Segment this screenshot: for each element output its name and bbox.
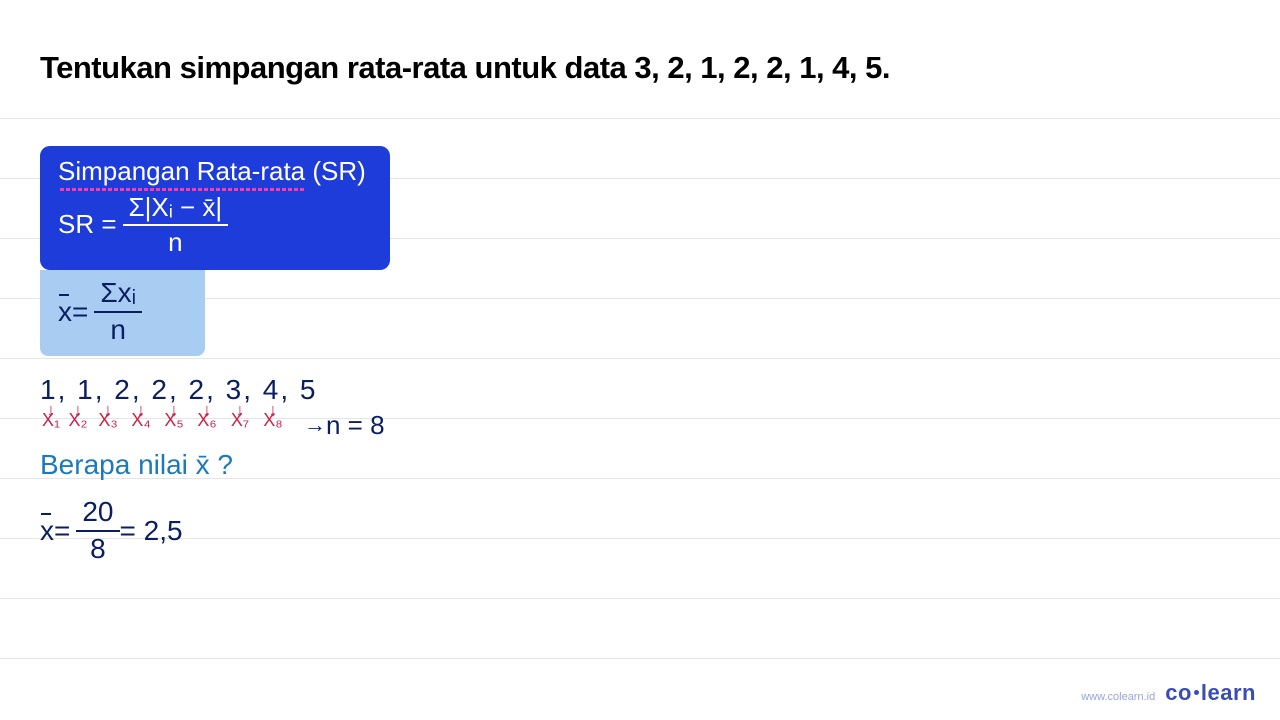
data-label: ↓X₁ — [40, 404, 62, 427]
sr-formula-equation: SR = Σ|Xᵢ − x̄| n — [58, 193, 372, 256]
sorted-dataset: 1, 1, 2, 2, 2, 3, 4, 5 — [40, 374, 1240, 406]
sr-denominator: n — [168, 226, 182, 257]
calc-numerator: 20 — [76, 497, 119, 532]
brand-learn: learn — [1201, 680, 1256, 705]
mean-fraction: Σxᵢ n — [94, 278, 142, 346]
n-equation: → n = 8 — [304, 410, 385, 441]
calc-result: = 2,5 — [120, 515, 183, 547]
mean-question: Berapa nilai x̄ ? — [40, 449, 1240, 481]
sr-lhs: SR = — [58, 209, 117, 240]
data-label: ↓X₃ — [94, 404, 122, 427]
brand-dot-icon — [1194, 690, 1199, 695]
mean-formula-equation: x = Σxᵢ n — [58, 278, 187, 346]
heading-underlined: Simpangan Rata-rata — [58, 156, 305, 187]
heading-suffix: (SR) — [305, 156, 366, 186]
data-label: ↓X₈ — [259, 404, 287, 427]
x-label: X₇ — [226, 414, 254, 427]
problem-title: Tentukan simpangan rata-rata untuk data … — [40, 50, 1240, 86]
mean-denominator: n — [110, 313, 126, 346]
brand-co: co — [1165, 680, 1192, 705]
x-label: X₃ — [94, 414, 122, 427]
sr-numerator: Σ|Xᵢ − x̄| — [123, 193, 229, 226]
data-label: ↓X₄ — [127, 404, 155, 427]
data-label: ↓X₆ — [193, 404, 221, 427]
calc-fraction: 20 8 — [76, 497, 119, 565]
data-label: ↓X₅ — [160, 404, 188, 427]
data-labels-row: ↓X₁↓X₂↓X₃↓X₄↓X₅↓X₆↓X₇↓X₈ → n = 8 — [40, 404, 1240, 435]
xbar-symbol-calc: x — [40, 515, 54, 547]
x-label: X₂ — [67, 414, 89, 427]
n-value: n = 8 — [326, 410, 385, 441]
mean-calculation: x = 20 8 = 2,5 — [40, 497, 1240, 565]
x-label: X₄ — [127, 414, 155, 427]
sr-formula-heading: Simpangan Rata-rata (SR) — [58, 156, 372, 187]
mean-numerator: Σxᵢ — [94, 278, 142, 313]
mean-eq-sign: = — [72, 296, 88, 328]
footer: www.colearn.id colearn — [1081, 680, 1256, 706]
footer-url: www.colearn.id — [1081, 691, 1155, 703]
x-label: X₁ — [40, 414, 62, 427]
x-label: X₆ — [193, 414, 221, 427]
data-label: ↓X₇ — [226, 404, 254, 427]
x-label: X₈ — [259, 414, 287, 427]
calc-denominator: 8 — [90, 532, 106, 565]
mean-formula-box: x = Σxᵢ n — [40, 270, 205, 356]
calc-eq-sign: = — [54, 515, 70, 547]
arrow-right-icon: → — [304, 412, 322, 438]
xbar-symbol: x — [58, 296, 72, 328]
sr-fraction: Σ|Xᵢ − x̄| n — [123, 193, 229, 256]
brand-logo: colearn — [1165, 680, 1256, 706]
data-label: ↓X₂ — [67, 404, 89, 427]
slide-content: Tentukan simpangan rata-rata untuk data … — [0, 0, 1280, 564]
sr-formula-box: Simpangan Rata-rata (SR) SR = Σ|Xᵢ − x̄|… — [40, 146, 390, 270]
x-label: X₅ — [160, 414, 188, 427]
